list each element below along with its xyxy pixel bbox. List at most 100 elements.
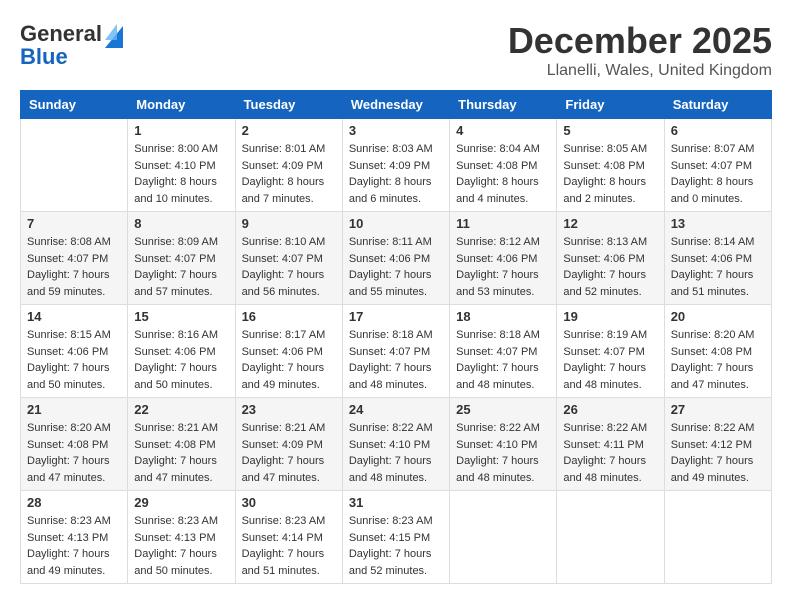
day-info-line: Daylight: 7 hours [563,360,657,377]
day-info-line: Sunset: 4:06 PM [242,344,336,361]
day-info-line: Daylight: 7 hours [456,453,550,470]
day-number: 30 [242,495,336,510]
calendar-cell [21,119,128,212]
day-info: Sunrise: 8:19 AMSunset: 4:07 PMDaylight:… [563,327,657,393]
day-info: Sunrise: 8:23 AMSunset: 4:15 PMDaylight:… [349,513,443,579]
day-header-monday: Monday [128,91,235,119]
day-info-line: and 49 minutes. [671,470,765,487]
day-info-line: Sunset: 4:07 PM [27,251,121,268]
day-info: Sunrise: 8:17 AMSunset: 4:06 PMDaylight:… [242,327,336,393]
calendar-cell: 10Sunrise: 8:11 AMSunset: 4:06 PMDayligh… [342,212,449,305]
calendar-cell: 31 Sunrise: 8:23 AMSunset: 4:15 PMDayligh… [342,491,449,584]
day-info-line: Daylight: 8 hours [456,174,550,191]
month-title: December 2025 [508,20,772,62]
calendar-cell: 30Sunrise: 8:23 AMSunset: 4:14 PMDayligh… [235,491,342,584]
day-info-line: and 49 minutes. [242,377,336,394]
day-number: 10 [349,216,443,231]
day-info-line: Sunset: 4:06 PM [134,344,228,361]
day-info: Sunrise: 8:16 AMSunset: 4:06 PMDaylight:… [134,327,228,393]
day-info-line: Daylight: 8 hours [349,174,443,191]
day-info: Sunrise: 8:04 AMSunset: 4:08 PMDaylight:… [456,141,550,207]
day-number: 11 [456,216,550,231]
calendar-cell: 4Sunrise: 8:04 AMSunset: 4:08 PMDaylight… [450,119,557,212]
day-info: Sunrise: 8:21 AMSunset: 4:09 PMDaylight:… [242,420,336,486]
day-info: Sunrise: 8:12 AMSunset: 4:06 PMDaylight:… [456,234,550,300]
day-info-line: Daylight: 7 hours [563,453,657,470]
day-info-line: Sunrise: 8:18 AM [349,327,443,344]
day-info-line: Daylight: 7 hours [242,267,336,284]
calendar-cell: 5Sunrise: 8:05 AMSunset: 4:08 PMDaylight… [557,119,664,212]
day-info-line: Sunset: 4:06 PM [27,344,121,361]
day-number: 7 [27,216,121,231]
day-info-line: Sunset: 4:10 PM [134,158,228,175]
day-info-line: Sunrise: 8:22 AM [671,420,765,437]
calendar-cell: 6Sunrise: 8:07 AMSunset: 4:07 PMDaylight… [664,119,771,212]
day-info-line: and 53 minutes. [456,284,550,301]
day-info-line: Daylight: 7 hours [349,360,443,377]
day-info-line: Sunrise: 8:23 AM [27,513,121,530]
calendar-cell: 24 Sunrise: 8:22 AMSunset: 4:10 PMDayligh… [342,398,449,491]
day-info-line: Daylight: 7 hours [27,453,121,470]
day-info-line: and 51 minutes. [671,284,765,301]
day-number: 3 [349,123,443,138]
calendar-cell [450,491,557,584]
day-info-line: Sunrise: 8:21 AM [242,420,336,437]
calendar-cell [664,491,771,584]
day-info: Sunrise: 8:20 AMSunset: 4:08 PMDaylight:… [671,327,765,393]
day-info-line: Daylight: 7 hours [242,453,336,470]
day-info-line: Sunset: 4:15 PM [349,530,443,547]
calendar-cell: 26Sunrise: 8:22 AMSunset: 4:11 PMDayligh… [557,398,664,491]
day-number: 9 [242,216,336,231]
day-info-line: and 52 minutes. [563,284,657,301]
calendar-cell: 13Sunrise: 8:14 AMSunset: 4:06 PMDayligh… [664,212,771,305]
day-info-line: Sunrise: 8:14 AM [671,234,765,251]
day-number: 2 [242,123,336,138]
day-info-line: and 50 minutes. [134,377,228,394]
day-info-line: Sunset: 4:07 PM [671,158,765,175]
day-info-line: Sunrise: 8:15 AM [27,327,121,344]
day-info-line: Daylight: 7 hours [242,360,336,377]
page-header: General Blue December 2025 Llanelli, Wal… [20,20,772,80]
day-info-line: and 48 minutes. [456,377,550,394]
calendar-cell: 2Sunrise: 8:01 AMSunset: 4:09 PMDaylight… [235,119,342,212]
day-info-line: Sunrise: 8:23 AM [349,513,443,530]
calendar-cell: 23Sunrise: 8:21 AMSunset: 4:09 PMDayligh… [235,398,342,491]
calendar-cell: 1Sunrise: 8:00 AMSunset: 4:10 PMDaylight… [128,119,235,212]
day-number: 18 [456,309,550,324]
day-info-line: and 48 minutes. [349,470,443,487]
day-info: Sunrise: 8:22 AMSunset: 4:10 PMDaylight:… [349,420,443,486]
day-info: Sunrise: 8:09 AMSunset: 4:07 PMDaylight:… [134,234,228,300]
day-info-line: Sunrise: 8:22 AM [456,420,550,437]
day-info-line: Sunset: 4:09 PM [242,158,336,175]
day-info-line: Daylight: 8 hours [134,174,228,191]
day-info-line: Sunrise: 8:16 AM [134,327,228,344]
day-info: Sunrise: 8:18 AMSunset: 4:07 PMDaylight:… [349,327,443,393]
day-number: 17 [349,309,443,324]
day-info-line: Sunrise: 8:07 AM [671,141,765,158]
day-info-line: Daylight: 7 hours [671,267,765,284]
day-number: 31 [349,495,443,510]
day-info-line: and 47 minutes. [671,377,765,394]
day-info-line: Sunrise: 8:20 AM [27,420,121,437]
day-info-line: Sunrise: 8:01 AM [242,141,336,158]
day-info-line: Sunrise: 8:05 AM [563,141,657,158]
day-info-line: Sunset: 4:08 PM [456,158,550,175]
day-info: Sunrise: 8:22 AMSunset: 4:11 PMDaylight:… [563,420,657,486]
title-block: December 2025 Llanelli, Wales, United Ki… [508,20,772,80]
calendar-cell: 8Sunrise: 8:09 AMSunset: 4:07 PMDaylight… [128,212,235,305]
day-number: 24 [349,402,443,417]
day-info-line: Sunrise: 8:03 AM [349,141,443,158]
day-info-line: and 48 minutes. [456,470,550,487]
day-info-line: Daylight: 7 hours [456,267,550,284]
day-info-line: Daylight: 7 hours [242,546,336,563]
day-info-line: Sunrise: 8:22 AM [563,420,657,437]
calendar-cell: 27Sunrise: 8:22 AMSunset: 4:12 PMDayligh… [664,398,771,491]
day-info-line: Sunset: 4:07 PM [563,344,657,361]
calendar-week-2: 7Sunrise: 8:08 AMSunset: 4:07 PMDaylight… [21,212,772,305]
calendar-cell: 29Sunrise: 8:23 AMSunset: 4:13 PMDayligh… [128,491,235,584]
day-number: 14 [27,309,121,324]
day-info-line: Sunset: 4:13 PM [134,530,228,547]
day-info: Sunrise: 8:15 AMSunset: 4:06 PMDaylight:… [27,327,121,393]
day-number: 5 [563,123,657,138]
day-info-line: and 55 minutes. [349,284,443,301]
